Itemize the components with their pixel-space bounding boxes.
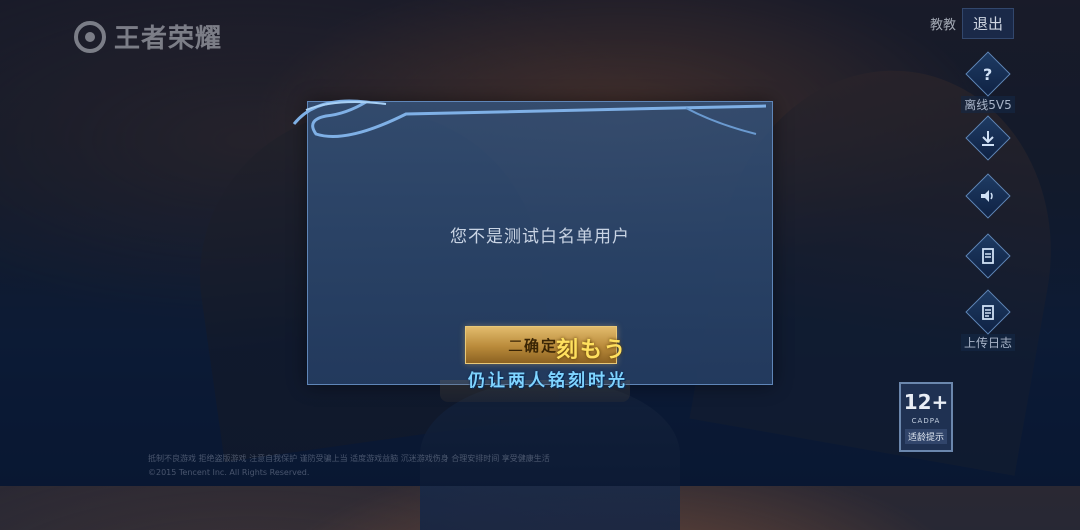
- logo-emblem-icon: [74, 20, 106, 53]
- decorative-swirl: [292, 99, 766, 138]
- age-rating-value: 12+: [903, 390, 949, 414]
- top-bar: 教教 退出: [930, 8, 1014, 39]
- help-icon: ?: [965, 51, 1011, 97]
- side-item-document[interactable]: [958, 233, 1018, 279]
- speaker-icon: [965, 173, 1011, 219]
- footer-line-1: 抵制不良游戏 拒绝盗版游戏 注意自我保护 谨防受骗上当 适度游戏益脑 沉迷游戏伤…: [148, 454, 550, 463]
- side-item-download[interactable]: [958, 115, 1018, 161]
- side-item-upload-log[interactable]: 上传日志: [958, 289, 1018, 351]
- confirm-label: 确定: [523, 336, 558, 355]
- footer-line-2: ©2015 Tencent Inc. All Rights Reserved.: [148, 468, 310, 477]
- alert-dialog: 您不是测试白名单用户 二 确定 刻もう: [292, 99, 773, 385]
- logo-text: 王者荣耀: [114, 24, 223, 54]
- age-rating-badge[interactable]: 12+ CADPA 适龄提示: [899, 382, 953, 452]
- dialog-message: 您不是测试白名单用户: [450, 227, 630, 247]
- age-rating-tip: 适龄提示: [904, 429, 947, 444]
- side-item-offline-5v5[interactable]: ? 离线5V5: [958, 51, 1018, 113]
- exit-button[interactable]: 退出: [961, 8, 1014, 39]
- download-icon: [965, 115, 1011, 161]
- document-icon: [965, 233, 1011, 279]
- side-item-sound[interactable]: [958, 173, 1018, 219]
- side-item-label: 离线5V5: [961, 96, 1015, 113]
- overlay-caption: 刻もう: [556, 338, 628, 363]
- confirm-prefix: 二: [508, 337, 524, 355]
- top-bar-label[interactable]: 教教: [930, 14, 956, 33]
- game-logo: 王者荣耀: [72, 18, 222, 55]
- svg-text:?: ?: [983, 65, 992, 83]
- footer-legal: 抵制不良游戏 拒绝盗版游戏 注意自我保护 谨防受骗上当 适度游戏益脑 沉迷游戏伤…: [148, 452, 948, 480]
- subtitle-caption: 仍让两人铭刻时光: [468, 371, 628, 391]
- side-item-label: 上传日志: [960, 334, 1015, 351]
- age-rating-org: CADPA: [911, 417, 941, 425]
- upload-log-icon: [965, 289, 1011, 335]
